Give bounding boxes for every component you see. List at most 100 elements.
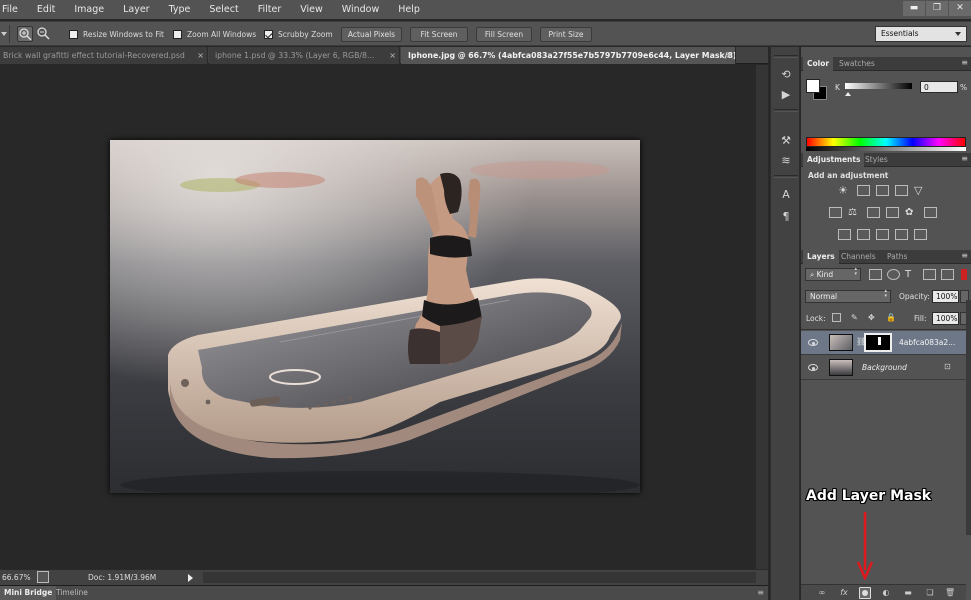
invert-icon[interactable] xyxy=(838,229,851,240)
fill-input[interactable]: 100% xyxy=(932,312,959,325)
character-icon[interactable]: A xyxy=(777,187,795,203)
tool-preset-picker[interactable] xyxy=(0,25,10,43)
layer-mask-thumbnail[interactable] xyxy=(864,333,892,352)
layer-filter-kind-select[interactable]: ⌕ Kind xyxy=(805,267,861,281)
visibility-eye-icon[interactable] xyxy=(808,364,818,371)
menu-select[interactable]: Select xyxy=(209,0,238,19)
zoom-in-icon[interactable] xyxy=(17,26,33,42)
tab-brick-wall[interactable]: Brick wall grafitti effect tutorial-Reco… xyxy=(0,47,208,64)
filter-toggle[interactable] xyxy=(961,269,967,280)
layer-thumbnail[interactable] xyxy=(829,334,853,351)
visibility-eye-icon[interactable] xyxy=(808,339,818,346)
menu-layer[interactable]: Layer xyxy=(123,0,150,19)
print-size-button[interactable]: Print Size xyxy=(540,27,592,42)
panel-menu-icon[interactable]: ≡ xyxy=(961,154,968,163)
actual-pixels-button[interactable]: Actual Pixels xyxy=(341,27,402,42)
tab-layers[interactable]: Layers xyxy=(803,250,839,264)
document-image[interactable] xyxy=(110,140,640,493)
workspace-select[interactable]: Essentials xyxy=(875,26,967,42)
close-tab-icon[interactable]: × xyxy=(725,47,732,64)
close-button[interactable]: ✕ xyxy=(949,1,971,16)
menu-window[interactable]: Window xyxy=(342,0,379,19)
tab-iphone-psd[interactable]: iphone 1.psd @ 33.3% (Layer 6, RGB/8... × xyxy=(209,47,400,64)
zoom-all-option[interactable]: Zoom All Windows xyxy=(173,27,256,42)
zoom-all-checkbox[interactable] xyxy=(173,29,182,39)
levels-icon[interactable] xyxy=(857,185,870,196)
lock-image-icon[interactable]: ✎ xyxy=(851,313,860,322)
link-layers-icon[interactable]: ∞ xyxy=(817,588,827,598)
lock-position-icon[interactable]: ✥ xyxy=(868,313,877,322)
tab-channels[interactable]: Channels xyxy=(837,250,880,264)
new-layer-icon[interactable]: ❏ xyxy=(925,588,935,598)
menu-file[interactable]: File xyxy=(2,0,18,19)
menu-filter[interactable]: Filter xyxy=(258,0,282,19)
layers-scrollbar[interactable] xyxy=(966,300,971,535)
tab-color[interactable]: Color xyxy=(803,57,834,71)
fx-icon[interactable]: fx xyxy=(839,588,849,598)
tab-adjustments[interactable]: Adjustments xyxy=(803,153,865,167)
layer-name[interactable]: Background xyxy=(862,363,907,372)
paragraph-icon[interactable]: ¶ xyxy=(777,209,795,225)
status-menu-arrow-icon[interactable] xyxy=(188,574,197,582)
menu-view[interactable]: View xyxy=(300,0,323,19)
status-icon[interactable] xyxy=(37,571,49,583)
filter-shape-icon[interactable] xyxy=(923,269,936,280)
channel-mixer-icon[interactable]: ✿ xyxy=(905,207,918,218)
horizontal-scrollbar[interactable] xyxy=(203,572,756,583)
scrubby-zoom-checkbox[interactable] xyxy=(264,29,273,39)
panel-menu-icon[interactable]: ≡ xyxy=(757,588,764,597)
opacity-input[interactable]: 100% xyxy=(932,290,959,303)
add-layer-mask-icon[interactable] xyxy=(859,587,871,599)
hue-saturation-icon[interactable] xyxy=(829,207,842,218)
layer-name[interactable]: 4abfca083a2... xyxy=(899,338,955,347)
slider-thumb[interactable] xyxy=(845,89,851,96)
color-balance-icon[interactable]: ⚖ xyxy=(848,207,861,218)
layer-row-background[interactable]: Background ⊡ xyxy=(801,356,966,380)
history-icon[interactable]: ⟲ xyxy=(777,67,795,83)
filter-type-icon[interactable]: T xyxy=(905,269,918,280)
restore-button[interactable]: ❐ xyxy=(926,1,948,16)
menu-help[interactable]: Help xyxy=(398,0,420,19)
panel-menu-icon[interactable]: ≡ xyxy=(961,251,968,260)
posterize-icon[interactable] xyxy=(857,229,870,240)
resize-windows-checkbox[interactable] xyxy=(69,29,78,39)
tab-iphone-jpg[interactable]: Iphone.jpg @ 66.7% (4abfca083a27f55e7b57… xyxy=(401,47,736,64)
close-tab-icon[interactable]: × xyxy=(197,47,204,64)
panel-menu-icon[interactable]: ≡ xyxy=(961,58,968,67)
photo-filter-icon[interactable] xyxy=(886,207,899,218)
black-white-icon[interactable] xyxy=(867,207,880,218)
actions-icon[interactable]: ▶ xyxy=(777,87,795,103)
tool-presets-icon[interactable]: ⚒ xyxy=(777,133,795,149)
fill-screen-button[interactable]: Fill Screen xyxy=(476,27,532,42)
resize-windows-option[interactable]: Resize Windows to Fit xyxy=(69,27,164,42)
close-tab-icon[interactable]: × xyxy=(389,47,396,64)
adjustment-layer-icon[interactable]: ◐ xyxy=(881,588,891,598)
group-folder-icon[interactable]: ▬ xyxy=(903,588,913,598)
brush-presets-icon[interactable]: ≋ xyxy=(777,153,795,169)
fit-screen-button[interactable]: Fit Screen xyxy=(410,27,468,42)
tab-paths[interactable]: Paths xyxy=(883,250,911,264)
vibrance-icon[interactable]: ▽ xyxy=(914,185,927,196)
delete-layer-icon[interactable]: 🗑 xyxy=(945,588,955,598)
threshold-icon[interactable] xyxy=(876,229,889,240)
color-lookup-icon[interactable] xyxy=(924,207,937,218)
brightness-icon[interactable]: ☀ xyxy=(838,185,851,196)
filter-pixel-icon[interactable] xyxy=(869,269,882,280)
gradient-map-icon[interactable] xyxy=(914,229,927,240)
lock-all-icon[interactable]: 🔒 xyxy=(886,313,896,322)
grayscale-ramp[interactable] xyxy=(806,147,966,151)
menu-type[interactable]: Type xyxy=(169,0,191,19)
minimize-button[interactable]: ▬ xyxy=(903,1,925,16)
tab-mini-bridge[interactable]: Mini Bridge xyxy=(0,586,57,600)
layer-thumbnail[interactable] xyxy=(829,359,853,376)
layer-row-selected[interactable]: ⛓ 4abfca083a2... xyxy=(801,331,966,355)
tab-timeline[interactable]: Timeline xyxy=(52,586,92,600)
lock-transparent-icon[interactable] xyxy=(832,313,841,322)
zoom-level[interactable]: 66.67% xyxy=(2,570,31,585)
filter-smart-object-icon[interactable] xyxy=(941,269,954,280)
blend-mode-select[interactable]: Normal xyxy=(805,289,891,303)
zoom-out-icon[interactable] xyxy=(36,26,52,42)
k-value-input[interactable]: 0 xyxy=(920,81,958,93)
tab-styles[interactable]: Styles xyxy=(861,153,892,167)
exposure-icon[interactable] xyxy=(895,185,908,196)
